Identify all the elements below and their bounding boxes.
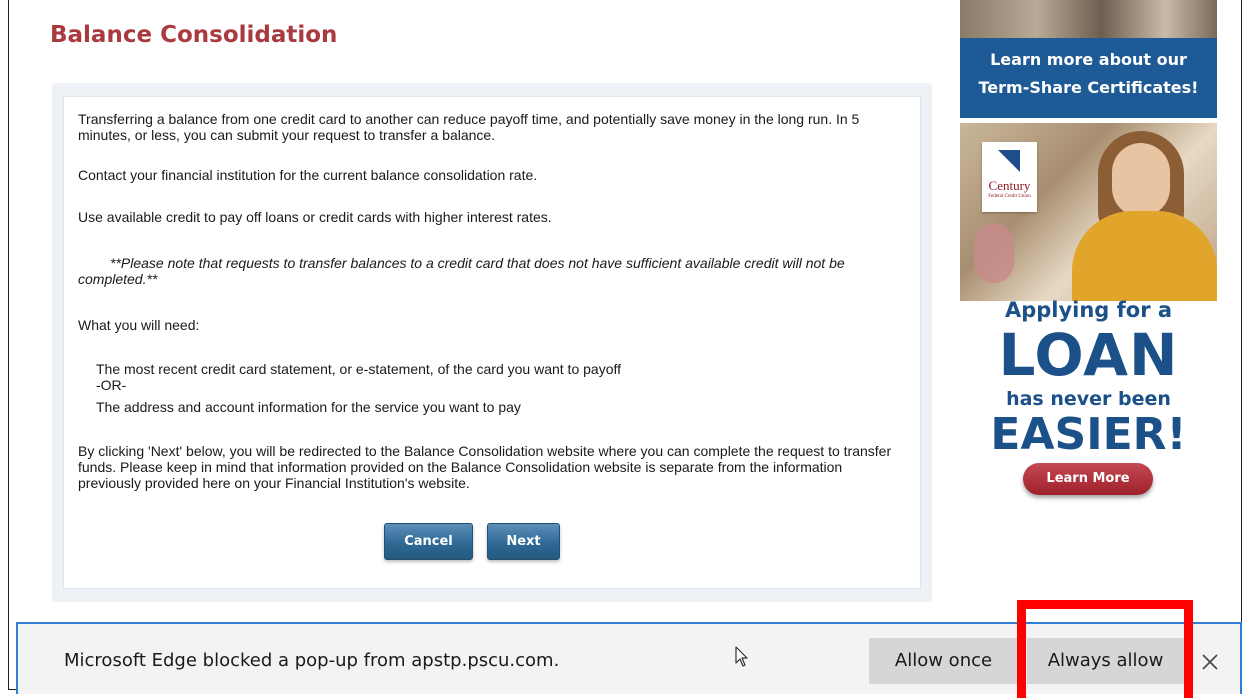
popup-blocked-message: Microsoft Edge blocked a pop-up from aps…	[64, 650, 560, 671]
term-share-ad[interactable]: Learn more about our Term-Share Certific…	[960, 0, 1217, 118]
loan-ad-line-2: LOAN	[998, 321, 1179, 389]
note-text: **Please note that requests to transfer …	[78, 255, 845, 287]
learn-more-button[interactable]: Learn More	[1023, 463, 1153, 495]
close-icon[interactable]	[1196, 648, 1224, 676]
intro-text: Transferring a balance from one credit c…	[78, 111, 860, 143]
next-button[interactable]: Next	[487, 523, 560, 560]
plant-image	[974, 223, 1014, 283]
need-heading: What you will need:	[78, 317, 200, 333]
ad-photo-woman: Century Federal Credit Union	[960, 123, 1217, 301]
face-shape	[1112, 143, 1170, 217]
term-share-ad-text: Learn more about our Term-Share Certific…	[960, 46, 1217, 102]
term-share-line-2: Term-Share Certificates!	[978, 78, 1199, 97]
redirect-notice-text: By clicking 'Next' below, you will be re…	[78, 443, 892, 491]
cancel-button[interactable]: Cancel	[384, 523, 473, 560]
need-item-address: The address and account information for …	[96, 399, 521, 415]
need-item-statement: The most recent credit card statement, o…	[96, 361, 621, 377]
contact-text: Contact your financial institution for t…	[78, 167, 538, 183]
sweater-shape	[1072, 211, 1217, 301]
use-credit-text: Use available credit to pay off loans or…	[78, 209, 552, 225]
term-share-line-1: Learn more about our	[990, 50, 1187, 69]
logo-subtitle: Federal Credit Union	[988, 194, 1031, 199]
mouse-cursor-icon	[735, 646, 748, 667]
logo-name: Century	[988, 178, 1031, 193]
century-logo: Century Federal Credit Union	[982, 142, 1037, 212]
page-title: Balance Consolidation	[50, 22, 338, 48]
ad-photo	[960, 0, 1217, 38]
loan-ad[interactable]: Century Federal Credit Union Applying fo…	[960, 123, 1217, 509]
highlight-annotation	[1017, 600, 1193, 698]
need-or-label: -OR-	[96, 377, 127, 393]
logo-mark-icon	[998, 150, 1020, 172]
loan-ad-line-4: EASIER!	[990, 409, 1187, 460]
allow-once-button[interactable]: Allow once	[869, 638, 1018, 684]
